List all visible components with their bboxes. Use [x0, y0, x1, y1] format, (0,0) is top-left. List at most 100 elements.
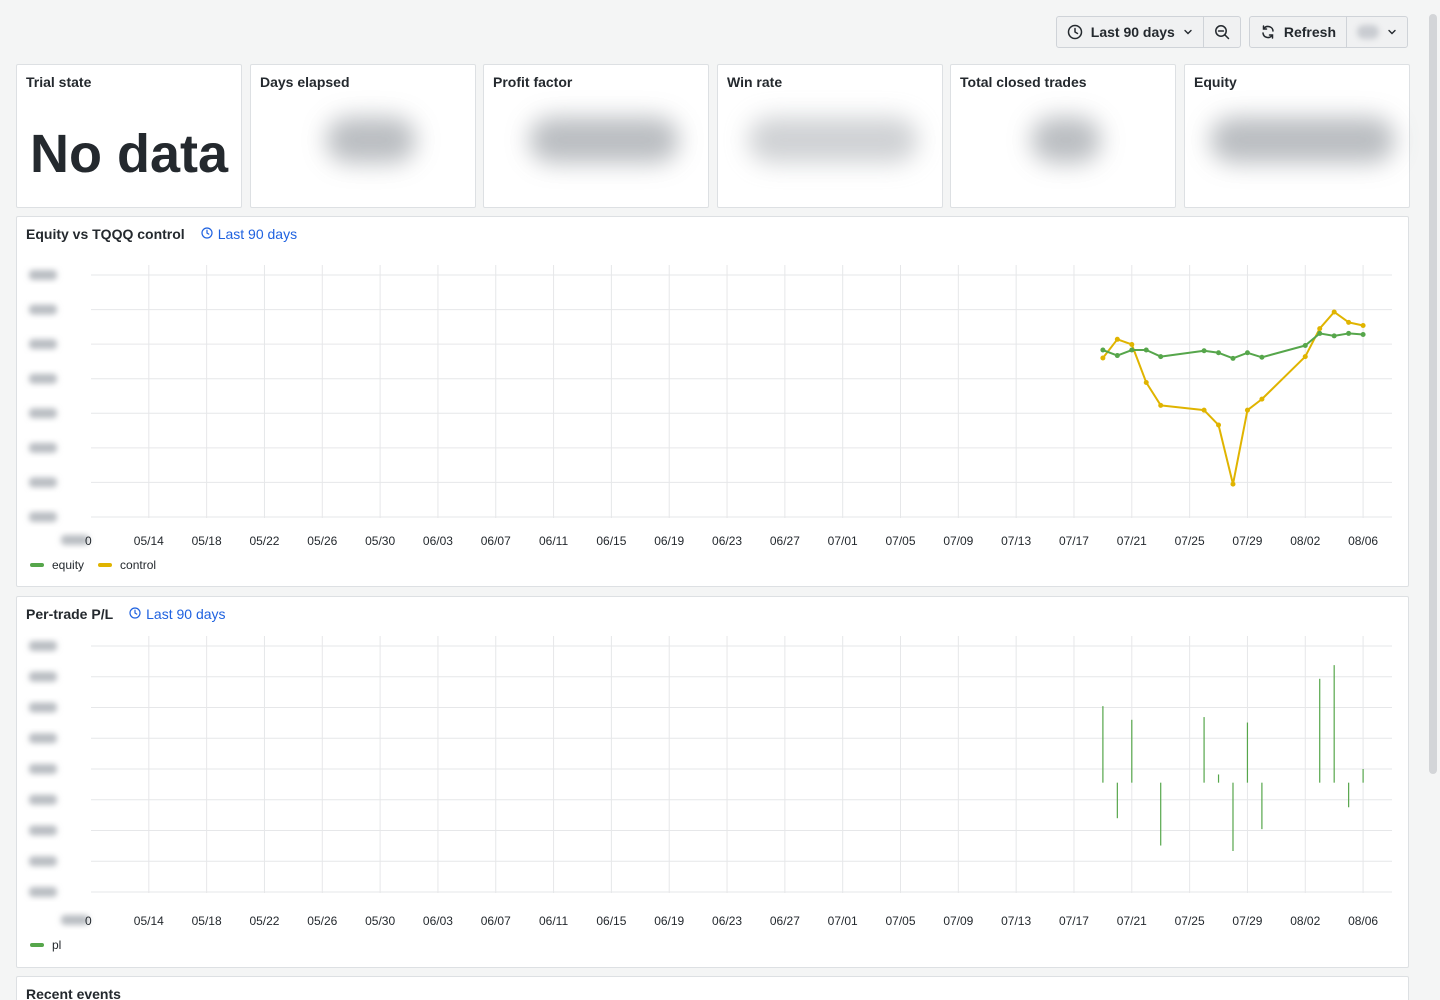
x-tick-label: 0 [85, 534, 92, 548]
legend-label: control [120, 558, 157, 572]
panel-header: Equity vs TQQQ control Last 90 days [26, 226, 297, 242]
x-tick-label: 05/30 [365, 914, 395, 928]
x-tick-label: 06/15 [596, 534, 626, 548]
data-point-equity [1244, 350, 1250, 356]
stat-title: Total closed trades [960, 74, 1087, 90]
x-tick-label: 05/26 [307, 914, 337, 928]
panel-time-override[interactable]: Last 90 days [129, 606, 226, 622]
x-tick-label: 07/01 [828, 534, 858, 548]
stat-title: Profit factor [493, 74, 573, 90]
legend-item-pl[interactable]: pl [30, 938, 61, 952]
chevron-down-icon [1183, 27, 1193, 37]
y-tick-label-redacted [29, 856, 57, 867]
x-tick-label: 05/14 [134, 914, 164, 928]
data-point-control [1244, 407, 1250, 413]
refresh-interval-value [1357, 25, 1379, 39]
y-tick-label-redacted [29, 477, 57, 488]
legend-label: pl [52, 938, 62, 952]
legend: equity control [30, 558, 156, 572]
time-range-group: Last 90 days [1055, 16, 1241, 48]
stat-title: Equity [1194, 74, 1237, 90]
data-point-equity [1201, 348, 1207, 354]
x-tick-label: 07/21 [1117, 914, 1147, 928]
x-tick-label: 05/14 [134, 534, 164, 548]
data-point-control [1302, 354, 1308, 360]
data-point-control [1259, 396, 1265, 402]
y-tick-label-redacted [29, 671, 57, 682]
x-tick-label: 08/02 [1290, 914, 1320, 928]
data-point-equity [1129, 347, 1135, 353]
zoom-out-icon [1214, 24, 1230, 40]
y-tick-label-redacted [29, 408, 57, 419]
x-tick-label: 07/01 [828, 914, 858, 928]
data-point-equity [1331, 333, 1337, 339]
x-tick-label: 06/07 [481, 914, 511, 928]
y-tick-label-redacted [29, 702, 57, 713]
stat-value-redacted [1031, 117, 1101, 163]
data-point-control [1114, 336, 1120, 342]
data-point-equity [1360, 331, 1366, 337]
stat-value-redacted [529, 117, 679, 163]
x-tick-label: 07/05 [885, 914, 915, 928]
refresh-icon [1260, 24, 1276, 40]
x-tick-label: 06/03 [423, 914, 453, 928]
x-tick-label: 05/18 [192, 534, 222, 548]
x-tick-label: 06/27 [770, 914, 800, 928]
data-point-equity [1230, 355, 1236, 361]
stat-panel-total-closed-trades: Total closed trades [950, 64, 1176, 208]
y-tick-label-redacted [29, 270, 57, 280]
time-range-picker[interactable]: Last 90 days [1057, 17, 1203, 47]
zoom-out-button[interactable] [1202, 17, 1240, 47]
refresh-label: Refresh [1283, 24, 1336, 40]
pl-panel: 0 05/14 05/18 05/22 05/26 05/30 06/03 06/07 06/1… [16, 596, 1409, 968]
stat-value-redacted [1210, 117, 1395, 163]
page-scrollbar[interactable] [1429, 14, 1437, 774]
x-tick-label: 05/30 [365, 534, 395, 548]
x-tick-label: 05/22 [249, 914, 279, 928]
x-tick-label: 07/29 [1232, 914, 1262, 928]
panel-header: Recent events [26, 986, 121, 1000]
time-link-label: Last 90 days [217, 226, 298, 242]
data-point-control [1317, 326, 1323, 332]
data-point-control [1129, 341, 1135, 347]
y-tick-label-redacted [29, 764, 57, 774]
data-point-equity [1158, 354, 1164, 360]
x-tick-label: 06/11 [539, 914, 568, 928]
series-line-equity [1102, 332, 1364, 360]
y-tick-label-redacted [29, 442, 57, 453]
x-tick-label: 07/17 [1059, 534, 1089, 548]
stat-title: Trial state [26, 74, 92, 90]
y-tick-label-redacted [29, 512, 57, 522]
data-point-equity [1216, 350, 1222, 356]
panel-time-override[interactable]: Last 90 days [201, 226, 297, 242]
equity-panel: 0 05/14 05/18 05/22 05/26 05/30 06/03 06/07 06/1… [16, 216, 1409, 587]
y-tick-label-redacted [29, 733, 57, 744]
x-tick-label: 06/27 [770, 534, 800, 548]
x-tick-label: 05/26 [307, 534, 337, 548]
x-tick-label: 08/02 [1290, 534, 1320, 548]
x-tick-label: 06/07 [481, 534, 511, 548]
y-tick-label-redacted [29, 373, 57, 384]
data-point-control [1346, 319, 1352, 325]
y-tick-label-redacted [29, 641, 57, 651]
stat-panel-equity: Equity [1184, 64, 1410, 208]
legend-swatch [98, 563, 113, 567]
stat-value-redacted [748, 117, 918, 163]
panel-title: Recent events [26, 986, 121, 1000]
data-point-equity [1346, 330, 1352, 336]
refresh-button[interactable]: Refresh [1250, 17, 1346, 47]
refresh-interval-picker[interactable] [1346, 17, 1407, 47]
data-point-equity [1114, 353, 1120, 359]
stat-value: No data [29, 124, 229, 184]
legend-item-control[interactable]: control [98, 558, 156, 572]
dashboard-toolbar: Last 90 days Refresh [1055, 16, 1408, 48]
legend-item-equity[interactable]: equity [30, 558, 84, 572]
x-tick-label: 07/25 [1175, 534, 1205, 548]
data-point-control [1100, 355, 1106, 361]
x-tick-label: 07/17 [1059, 914, 1089, 928]
stat-panel-days-elapsed: Days elapsed [250, 64, 476, 208]
x-tick-label: 06/11 [539, 534, 568, 548]
x-tick-label: 07/13 [1001, 914, 1031, 928]
data-point-equity [1317, 330, 1323, 336]
x-tick-label: 07/25 [1175, 914, 1205, 928]
